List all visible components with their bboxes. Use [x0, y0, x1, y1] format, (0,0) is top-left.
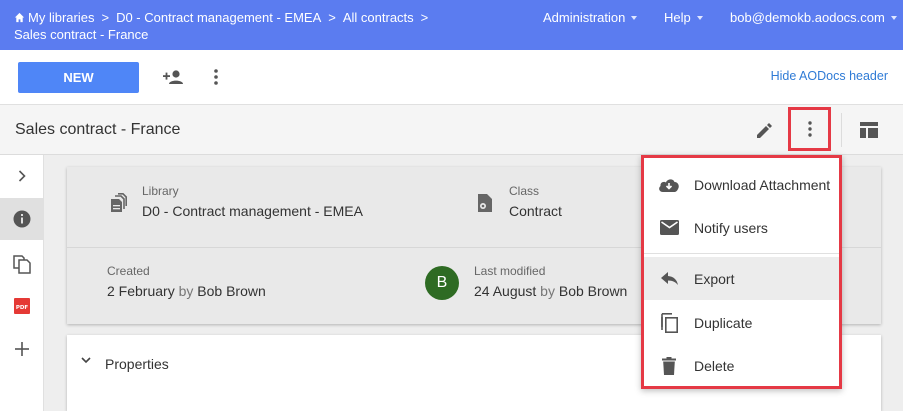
- rail-add-button[interactable]: [0, 328, 43, 370]
- trash-icon: [644, 356, 694, 375]
- chevron-down-icon: [81, 357, 91, 364]
- rail-versions-tab[interactable]: [0, 243, 43, 285]
- created-label: Created: [107, 264, 150, 278]
- divider: [841, 113, 842, 147]
- breadcrumb: My libraries > D0 - Contract management …: [14, 9, 514, 43]
- menu-item-export[interactable]: Export: [644, 257, 839, 300]
- library-value: D0 - Contract management - EMEA: [142, 203, 363, 219]
- user-menu[interactable]: bob@demokb.aodocs.com: [730, 10, 897, 25]
- breadcrumb-separator: >: [101, 10, 110, 25]
- menu-item-label: Export: [694, 270, 735, 287]
- administration-menu[interactable]: Administration: [543, 10, 638, 25]
- menu-divider: [644, 253, 839, 254]
- new-button[interactable]: NEW: [18, 62, 139, 93]
- breadcrumb-item-library[interactable]: D0 - Contract management - EMEA: [116, 9, 321, 26]
- cloud-download-icon: [644, 177, 694, 193]
- reply-icon: [644, 272, 694, 285]
- more-vert-icon: [807, 121, 812, 137]
- created-by-user: Bob Brown: [197, 283, 266, 299]
- document-title: Sales contract - France: [15, 121, 181, 138]
- edit-pencil-icon[interactable]: [752, 118, 776, 142]
- class-value: Contract: [509, 203, 562, 219]
- document-title-bar: Sales contract - France: [0, 105, 903, 155]
- modified-date: 24 August: [474, 283, 537, 299]
- menu-item-label: Download Attachment: [694, 176, 831, 193]
- rail-info-tab[interactable]: [0, 198, 43, 240]
- layout-panel-icon[interactable]: [858, 119, 880, 141]
- left-side-rail: PDF: [0, 155, 44, 411]
- class-label: Class: [509, 184, 540, 198]
- rail-pdf-tab[interactable]: PDF: [0, 285, 43, 327]
- menu-item-download-attachment[interactable]: Download Attachment: [644, 163, 839, 206]
- help-menu[interactable]: Help: [664, 10, 703, 25]
- help-label: Help: [664, 10, 691, 25]
- chevron-right-icon: [18, 170, 26, 182]
- created-by-word: by: [178, 283, 194, 299]
- administration-label: Administration: [543, 10, 626, 25]
- menu-item-notify-users[interactable]: Notify users: [644, 206, 839, 249]
- copy-files-icon: [12, 254, 31, 274]
- expand-rail-button[interactable]: [0, 155, 43, 197]
- document-more-actions-button[interactable]: [788, 107, 831, 151]
- library-icon: [111, 193, 127, 212]
- menu-item-delete[interactable]: Delete: [644, 344, 839, 387]
- document-actions-menu: Download Attachment Notify users Export …: [641, 155, 842, 389]
- properties-title: Properties: [105, 356, 169, 372]
- menu-item-duplicate[interactable]: Duplicate: [644, 301, 839, 344]
- breadcrumb-item-view[interactable]: All contracts: [343, 9, 414, 26]
- top-header-bar: My libraries > D0 - Contract management …: [0, 0, 903, 50]
- pdf-icon: PDF: [13, 298, 30, 314]
- mail-icon: [644, 220, 694, 235]
- created-date: 2 February: [107, 283, 175, 299]
- breadcrumb-current: Sales contract - France: [14, 27, 149, 42]
- breadcrumb-separator: >: [420, 10, 429, 25]
- last-modified-label: Last modified: [474, 264, 546, 278]
- breadcrumb-item-libraries[interactable]: My libraries: [28, 9, 94, 26]
- caret-down-icon: [631, 15, 638, 20]
- menu-item-label: Delete: [694, 357, 735, 374]
- more-vert-icon[interactable]: [206, 65, 226, 89]
- plus-icon: [14, 342, 29, 356]
- created-value: 2 February by Bob Brown: [107, 283, 266, 299]
- modified-by-user: Bob Brown: [558, 283, 628, 299]
- modified-by-word: by: [540, 283, 555, 299]
- copy-icon: [644, 312, 694, 333]
- avatar: B: [425, 266, 459, 300]
- home-icon: [14, 12, 25, 23]
- last-modified-value: 24 August by Bob Brown: [474, 283, 627, 299]
- breadcrumb-separator: >: [328, 10, 336, 25]
- caret-down-icon: [696, 15, 703, 20]
- add-person-icon[interactable]: [160, 65, 186, 89]
- caret-down-icon: [890, 15, 897, 20]
- menu-item-label: Duplicate: [694, 314, 753, 331]
- hide-aodocs-header-link[interactable]: Hide AODocs header: [771, 69, 888, 83]
- pdf-badge-text: PDF: [15, 305, 28, 311]
- menu-item-label: Notify users: [694, 219, 768, 236]
- info-icon: [13, 210, 30, 228]
- library-label: Library: [142, 184, 179, 198]
- toolbar: NEW Hide AODocs header: [0, 50, 903, 105]
- user-email: bob@demokb.aodocs.com: [730, 10, 885, 25]
- document-class-icon: [478, 194, 492, 212]
